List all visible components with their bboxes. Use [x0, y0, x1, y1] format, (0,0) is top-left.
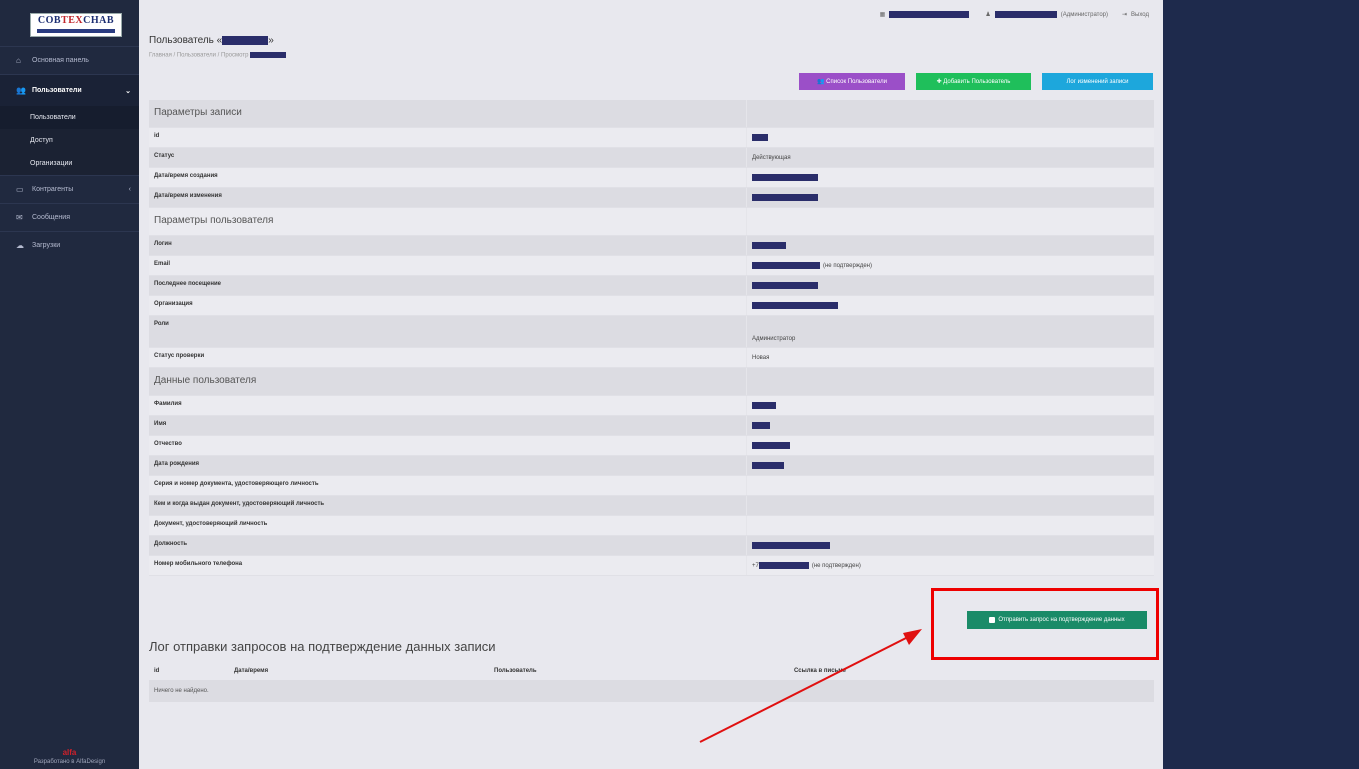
redacted-value: [752, 194, 818, 201]
sidebar-item-label: Основная панель: [32, 57, 89, 64]
table-row: Должность: [149, 536, 1154, 556]
table-row: Email (не подтвержден): [149, 256, 1154, 276]
table-row: Статус проверки Новая: [149, 348, 1154, 368]
redacted-value: [752, 242, 786, 249]
table-row: Организация: [149, 296, 1154, 316]
sidebar: COBTEXCHAB ⌂ Основная панель 👥 Пользоват…: [0, 0, 139, 769]
redacted-crumb: [250, 52, 287, 58]
redacted-value: [752, 422, 770, 429]
sidebar-item-label: Контрагенты: [32, 186, 74, 193]
developer-logo: alfa: [62, 748, 77, 757]
redacted-value: [752, 402, 776, 409]
home-icon: ⌂: [16, 56, 21, 65]
sidebar-item-downloads[interactable]: ☁ Загрузки: [0, 231, 139, 259]
sidebar-subitem-label: Доступ: [30, 137, 53, 144]
sidebar-subitem-organizations[interactable]: Организации: [0, 152, 139, 175]
table-row: Документ, удостоверяющий личность: [149, 516, 1154, 536]
table-header: id Дата/время Пользователь Ссылка в пись…: [149, 662, 1154, 680]
chevron-left-icon: ‹: [128, 186, 131, 193]
page-title: Пользователь «»: [149, 35, 274, 46]
table-row: id: [149, 128, 1154, 148]
table-row: Номер мобильного телефона +7 (не подтвержд…: [149, 556, 1154, 576]
envelope-icon: ✉: [16, 213, 23, 222]
logout-link[interactable]: Выход: [1131, 12, 1149, 18]
redacted-value: [752, 542, 830, 549]
user-details-table: Параметры записи id Статус Действующая Да…: [149, 100, 1154, 576]
table-row: Дата рождения: [149, 456, 1154, 476]
users-icon: 👥: [16, 86, 26, 95]
sidebar-subitem-users[interactable]: Пользователи: [0, 106, 139, 129]
app-window: COBTEXCHAB ⌂ Основная панель 👥 Пользоват…: [0, 0, 1359, 769]
company-logo[interactable]: COBTEXCHAB: [30, 13, 122, 37]
email-status: (не подтвержден): [823, 262, 872, 269]
background-panel: [1163, 0, 1359, 769]
sidebar-subitem-label: Организации: [30, 160, 73, 167]
developer-credit: alfa Разработано в AlfaDesign: [0, 748, 139, 765]
main-content: ▦ ♟ (Администратор) ⇥ Выход Пользователь…: [139, 0, 1163, 769]
cloud-icon: ☁: [16, 241, 24, 250]
table-row: Роли Администратор: [149, 316, 1154, 348]
sidebar-item-label: Загрузки: [32, 242, 61, 249]
redacted-value: [758, 562, 809, 569]
logout-icon[interactable]: ⇥: [1122, 11, 1127, 18]
request-log-table: id Дата/время Пользователь Ссылка в пись…: [149, 662, 1154, 702]
redacted-value: [752, 174, 818, 181]
table-row: Отчество: [149, 436, 1154, 456]
sidebar-item-label: Пользователи: [32, 87, 82, 94]
credit-text: Разработано в AlfaDesign: [33, 759, 106, 765]
sidebar-item-contractors[interactable]: ▭ Контрагенты ‹: [0, 175, 139, 203]
sidebar-subitem-access[interactable]: Доступ: [0, 129, 139, 152]
user-icon: ♟: [985, 12, 991, 18]
sidebar-nav: ⌂ Основная панель 👥 Пользователи ⌄ Польз…: [0, 46, 139, 259]
change-log-button[interactable]: Лог изменений записи: [1042, 73, 1153, 90]
table-row: Фамилия: [149, 396, 1154, 416]
section-header: Параметры пользователя: [149, 208, 1154, 236]
table-row: Дата/время изменения: [149, 188, 1154, 208]
table-row: Серия и номер документа, удостоверяющего…: [149, 476, 1154, 496]
redacted-value: [752, 302, 838, 309]
redacted-value: [752, 262, 820, 269]
table-row: Статус Действующая: [149, 148, 1154, 168]
sidebar-item-dashboard[interactable]: ⌂ Основная панель: [0, 46, 139, 74]
sidebar-item-label: Сообщения: [32, 214, 70, 221]
column-header-datetime[interactable]: Дата/время: [229, 668, 489, 674]
sidebar-subitem-label: Пользователи: [30, 114, 76, 121]
highlight-box: [931, 588, 1159, 660]
topbar: ▦ ♟ (Администратор) ⇥ Выход: [880, 11, 1149, 18]
action-buttons: 👥 Список Пользователи ✚ Добавить Пользов…: [799, 73, 1153, 90]
redacted-org: [889, 11, 970, 18]
table-row: Дата/время создания: [149, 168, 1154, 188]
redacted-value: [752, 282, 818, 289]
redacted-value: [752, 134, 768, 141]
section-header: Данные пользователя: [149, 368, 1154, 396]
empty-message: Ничего не найдено.: [149, 680, 1154, 702]
column-header-id[interactable]: id: [149, 668, 229, 674]
redacted-username[interactable]: [994, 11, 1057, 18]
log-section-title: Лог отправки запросов на подтверждение д…: [149, 639, 496, 654]
breadcrumb[interactable]: Главная / Пользователи / Просмотр: [149, 52, 287, 59]
sidebar-item-messages[interactable]: ✉ Сообщения: [0, 203, 139, 231]
column-header-user[interactable]: Пользователь: [489, 668, 789, 674]
table-row: Логин: [149, 236, 1154, 256]
redacted-value: [752, 442, 790, 449]
column-header-link[interactable]: Ссылка в письме: [789, 668, 846, 674]
user-role: (Администратор): [1060, 11, 1109, 18]
table-row: Кем и когда выдан документ, удостоверяющ…: [149, 496, 1154, 516]
breadcrumb-text[interactable]: Главная / Пользователи / Просмотр: [149, 53, 248, 59]
phone-status: (не подтвержден): [811, 562, 861, 569]
table-row: Имя: [149, 416, 1154, 436]
sidebar-item-users[interactable]: 👥 Пользователи ⌄: [0, 74, 139, 106]
redacted-title: [222, 35, 269, 45]
building-icon: ▦: [879, 12, 886, 18]
chevron-down-icon: ⌄: [125, 87, 131, 95]
section-header: Параметры записи: [149, 100, 1154, 128]
card-icon: ▭: [16, 185, 24, 194]
users-list-button[interactable]: 👥 Список Пользователи: [799, 73, 905, 90]
add-user-button[interactable]: ✚ Добавить Пользователь: [916, 73, 1031, 90]
redacted-value: [752, 462, 784, 469]
table-row: Последнее посещение: [149, 276, 1154, 296]
